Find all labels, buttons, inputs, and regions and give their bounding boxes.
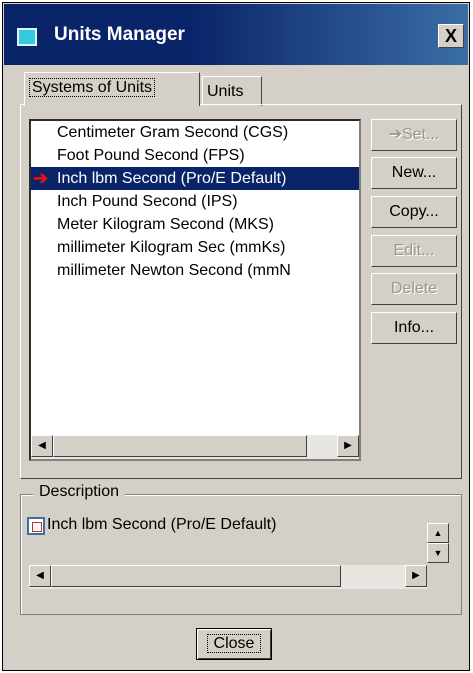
title-bar[interactable]: Units Manager X: [4, 4, 468, 65]
units-systems-list[interactable]: Centimeter Gram Second (CGS) Foot Pound …: [29, 119, 361, 461]
red-arrow-icon: ➔: [33, 168, 49, 188]
info-button[interactable]: Info...: [371, 312, 457, 344]
list-item[interactable]: Foot Pound Second (FPS): [31, 144, 359, 167]
description-text: Inch lbm Second (Pro/E Default): [47, 516, 277, 533]
list-item[interactable]: Centimeter Gram Second (CGS): [31, 121, 359, 144]
description-horizontal-scrollbar[interactable]: ◀ ▶: [29, 565, 427, 589]
scroll-thumb[interactable]: [53, 435, 307, 457]
description-legend: Description: [33, 483, 126, 501]
scroll-left-icon[interactable]: ◀: [31, 435, 53, 457]
description-group: Description Inch lbm Second (Pro/E Defau…: [20, 483, 462, 615]
scroll-right-icon[interactable]: ▶: [405, 565, 427, 587]
list-item-selected[interactable]: ➔ Inch lbm Second (Pro/E Default): [31, 167, 359, 190]
window-title: Units Manager: [54, 24, 185, 45]
scroll-right-icon[interactable]: ▶: [337, 435, 359, 457]
list-item[interactable]: Meter Kilogram Second (MKS): [31, 213, 359, 236]
tab-units[interactable]: Units: [202, 76, 262, 106]
copy-button[interactable]: Copy...: [371, 196, 457, 228]
delete-button[interactable]: Delete: [371, 273, 457, 305]
spin-down-icon[interactable]: ▼: [427, 543, 449, 563]
close-window-button[interactable]: X: [438, 24, 464, 48]
close-button[interactable]: Close: [196, 628, 272, 660]
tab-systems-of-units[interactable]: Systems of Units: [24, 72, 200, 106]
scroll-thumb[interactable]: [51, 565, 341, 587]
systems-panel: Centimeter Gram Second (CGS) Foot Pound …: [20, 104, 462, 479]
new-button[interactable]: New...: [371, 157, 457, 189]
edit-button[interactable]: Edit...: [371, 235, 457, 267]
list-item[interactable]: millimeter Newton Second (mmN: [31, 259, 359, 282]
list-item[interactable]: Inch Pound Second (IPS): [31, 190, 359, 213]
app-icon: [17, 28, 37, 46]
set-button[interactable]: ➔Set...: [371, 119, 457, 151]
spin-up-icon[interactable]: ▲: [427, 523, 449, 543]
list-horizontal-scrollbar[interactable]: ◀ ▶: [31, 435, 359, 459]
arrow-right-icon: ➔: [388, 126, 403, 143]
list-item[interactable]: millimeter Kilogram Sec (mmKs): [31, 236, 359, 259]
units-system-icon: [27, 517, 45, 535]
scroll-left-icon[interactable]: ◀: [29, 565, 51, 587]
